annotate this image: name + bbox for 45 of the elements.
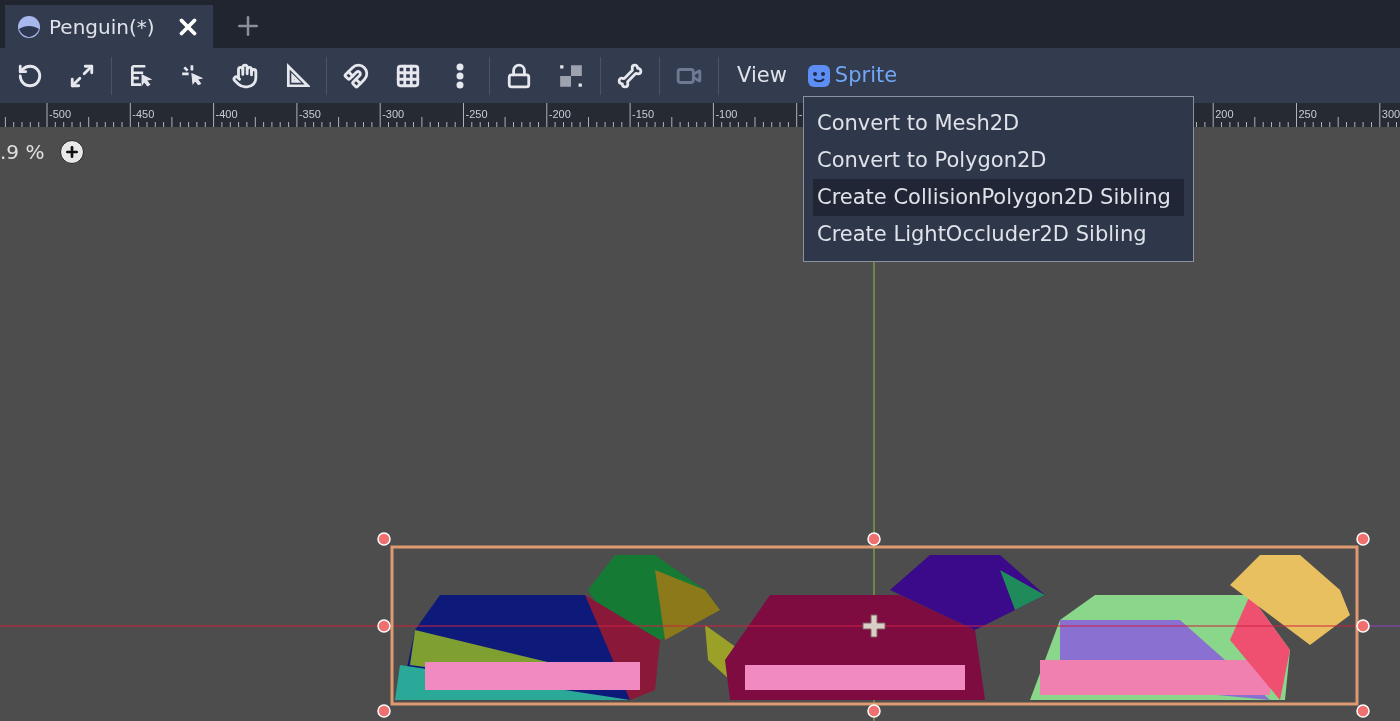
menu-button[interactable]: View (727, 55, 797, 96)
ruler-label: -350 (298, 108, 321, 120)
zoom-level: .9 % (0, 139, 45, 166)
resize-handle[interactable] (377, 704, 391, 718)
ruler-label: -100 (715, 108, 738, 120)
ruler-label: -200 (548, 108, 571, 120)
ruler-label: -150 (632, 108, 655, 120)
ruler-label: -250 (465, 108, 488, 120)
menu-item[interactable]: Create LightOccluder2D Sibling (813, 216, 1184, 253)
resize-handle[interactable] (1356, 704, 1370, 718)
menu-item[interactable]: Create CollisionPolygon2D Sibling (813, 179, 1184, 216)
list-select-icon (128, 62, 154, 89)
checker-icon (558, 62, 584, 89)
menu-button[interactable]: Sprite (796, 55, 908, 96)
resize-handle[interactable] (867, 532, 881, 546)
rotate-icon (17, 62, 43, 89)
bone-icon (617, 62, 643, 89)
resize-handle[interactable] (377, 532, 391, 546)
plus-icon (64, 144, 81, 160)
grid-snap-icon (395, 62, 421, 89)
menu-item[interactable]: Convert to Mesh2D (813, 105, 1184, 142)
ruler-label: -450 (132, 108, 155, 120)
hand-icon (232, 62, 258, 89)
resize-handle[interactable] (1356, 619, 1370, 633)
resize-handle[interactable] (1356, 532, 1370, 546)
resize-handle[interactable] (377, 619, 391, 633)
magnet-icon (343, 62, 369, 89)
sprite-icon (806, 63, 831, 88)
scene-tab[interactable]: Penguin(*) (5, 5, 213, 48)
lock-icon (506, 62, 532, 89)
globe-icon (17, 14, 41, 39)
ruler-label: -400 (215, 108, 238, 120)
ruler-label: - (798, 108, 803, 120)
menu-item[interactable]: Convert to Polygon2D (813, 142, 1184, 179)
more-icon (456, 62, 464, 89)
resize-handle[interactable] (867, 704, 881, 718)
zoom-in-button[interactable] (60, 140, 85, 164)
pivot-icon[interactable] (862, 614, 886, 638)
scale-arrows-icon (69, 62, 95, 89)
ruler-label: 200 (1215, 108, 1234, 120)
ruler-label: 250 (1298, 108, 1317, 120)
ruler-label: -300 (382, 108, 405, 120)
ruler-label: -500 (49, 108, 72, 120)
tab-title: Penguin(*) (49, 13, 155, 41)
ruler-label: 300 (1381, 108, 1400, 120)
